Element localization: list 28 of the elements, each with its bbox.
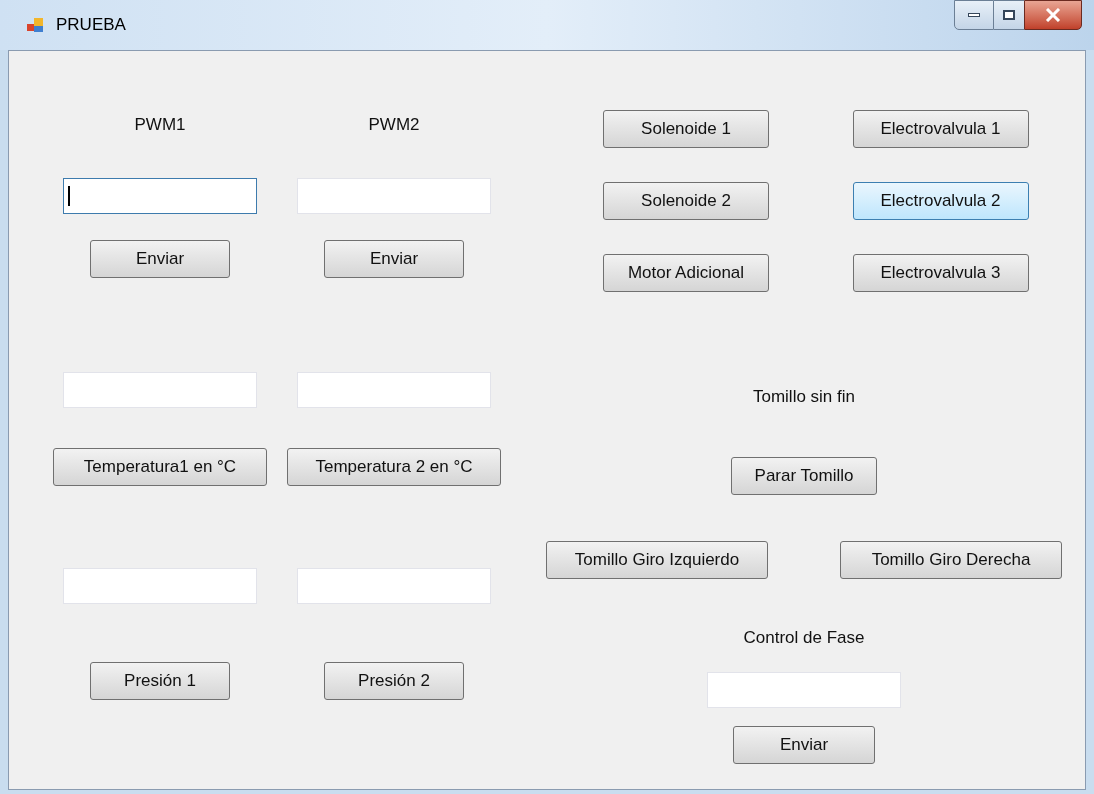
command-button[interactable]: Solenoide 2 [603,182,769,220]
command-button[interactable]: Parar Tomillo [731,457,877,495]
command-button[interactable]: Tomillo Giro Izquierdo [546,541,768,579]
command-button[interactable]: Tomillo Giro Derecha [840,541,1062,579]
text-cursor-icon [68,186,70,206]
text-field[interactable] [63,178,257,214]
close-button[interactable] [1024,0,1082,30]
window-title: PRUEBA [56,14,126,37]
minimize-button[interactable] [954,0,994,30]
command-button[interactable]: Electrovalvula 2 [852,182,1029,220]
command-button[interactable]: Presión 1 [90,662,230,700]
app-icon [26,16,44,34]
command-button[interactable]: Motor Adicional [603,254,769,292]
close-icon [1045,8,1061,22]
command-button[interactable]: Enviar [733,726,875,764]
column-heading: PWM1 [134,115,186,135]
column-heading: PWM2 [368,115,420,135]
command-button[interactable]: Electrovalvula 1 [852,110,1029,148]
command-button[interactable]: Presión 2 [324,662,464,700]
command-button[interactable]: Solenoide 1 [603,110,769,148]
section-heading: Control de Fase [743,628,865,648]
command-button[interactable]: Enviar [90,240,230,278]
maximize-button[interactable] [994,0,1024,30]
command-button[interactable]: Electrovalvula 3 [852,254,1029,292]
command-button[interactable]: Temperatura 2 en °C [287,448,501,486]
section-heading: Tomillo sin fin [752,387,855,407]
command-button[interactable]: Temperatura1 en °C [53,448,267,486]
command-button[interactable]: Enviar [324,240,464,278]
